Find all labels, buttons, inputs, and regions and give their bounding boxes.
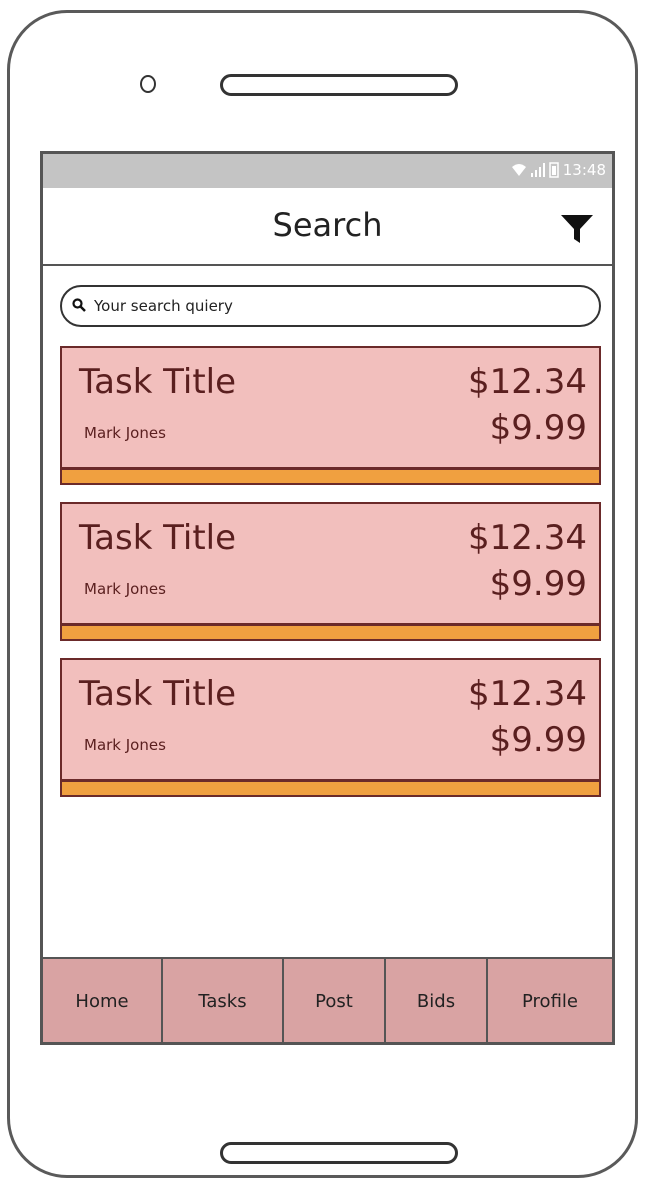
nav-post[interactable]: Post [284,959,386,1042]
task-card-body: Task Title Mark Jones $12.34 $9.99 [60,658,601,781]
task-bid: $9.99 [489,408,587,448]
filter-icon [561,215,593,243]
wifi-icon [511,163,527,177]
signal-icon [530,163,545,177]
task-price: $12.34 [468,518,587,558]
status-bar: 13:48 [43,154,612,188]
task-card-footer [60,623,601,641]
task-card[interactable]: Task Title Mark Jones $12.34 $9.99 [60,658,601,797]
task-card-footer [60,467,601,485]
status-time: 13:48 [562,161,606,179]
search-icon [72,297,86,316]
task-price: $12.34 [468,674,587,714]
task-title: Task Title [79,518,237,558]
nav-tasks[interactable]: Tasks [163,959,284,1042]
task-title: Task Title [79,362,237,402]
task-bid: $9.99 [489,564,587,604]
task-bid: $9.99 [489,720,587,760]
nav-bids[interactable]: Bids [386,959,488,1042]
battery-icon [549,162,559,178]
task-price: $12.34 [468,362,587,402]
task-user: Mark Jones [84,424,166,442]
task-title: Task Title [79,674,237,714]
page-title: Search [272,206,383,244]
nav-home[interactable]: Home [43,959,163,1042]
task-user: Mark Jones [84,736,166,754]
task-card[interactable]: Task Title Mark Jones $12.34 $9.99 [60,502,601,641]
search-bar[interactable] [60,285,601,327]
task-card-body: Task Title Mark Jones $12.34 $9.99 [60,502,601,625]
speaker-grille [220,74,458,96]
status-indicators: 13:48 [511,161,606,179]
task-user: Mark Jones [84,580,166,598]
task-card-body: Task Title Mark Jones $12.34 $9.99 [60,346,601,469]
app-header: Search [43,188,612,266]
home-hardware-button[interactable] [220,1142,458,1164]
camera-icon [140,75,156,93]
filter-button[interactable] [560,213,594,245]
search-input[interactable] [92,296,576,316]
app-screen: 13:48 Search Task Title Mark Jones $12.3… [40,151,615,1045]
task-card-footer [60,779,601,797]
task-card[interactable]: Task Title Mark Jones $12.34 $9.99 [60,346,601,485]
nav-profile[interactable]: Profile [488,959,612,1042]
bottom-nav: Home Tasks Post Bids Profile [43,957,612,1042]
